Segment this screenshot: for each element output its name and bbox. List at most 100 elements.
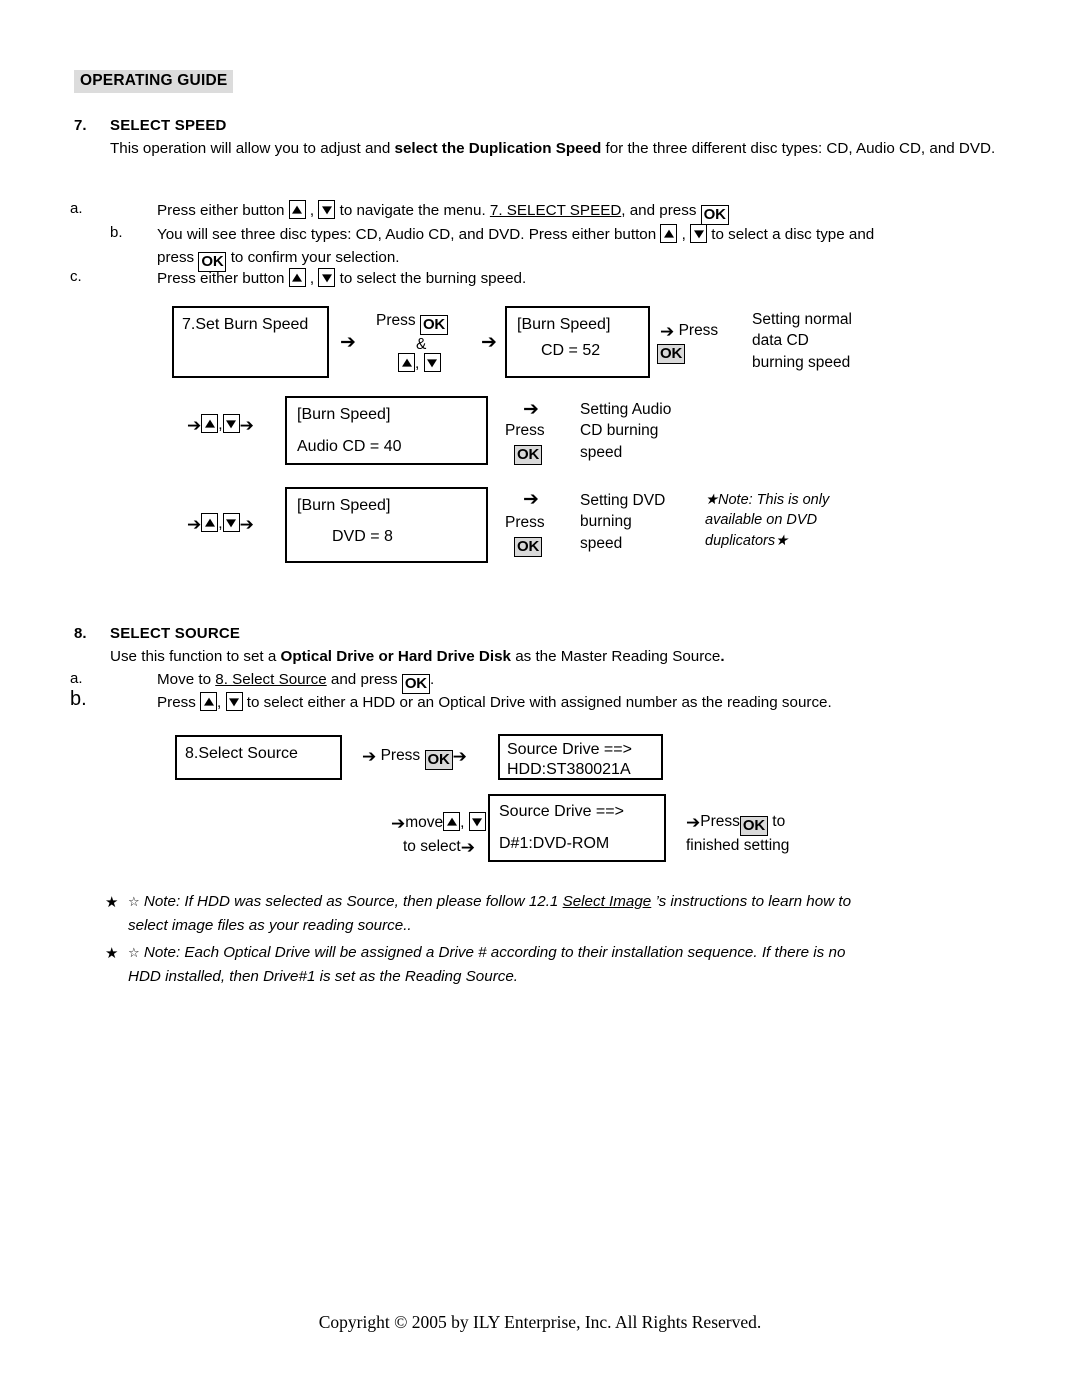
note-1: ☆ Note: If HDD was selected as Source, t… <box>128 891 1018 914</box>
section-8-number: 8. <box>74 625 87 642</box>
step-7a-part3: to navigate the menu. <box>335 202 490 219</box>
lcd-line-1: 7.Set Burn Speed <box>182 316 309 333</box>
step-7c-part1: Press either button <box>157 270 289 287</box>
section-8-title: SELECT SOURCE <box>110 625 241 642</box>
ok-key-icon[interactable]: OK <box>739 816 768 836</box>
press-label: Press <box>505 422 545 439</box>
up-arrow-key-icon[interactable] <box>288 200 306 219</box>
flow-arrow-icon: ➔ <box>187 416 202 436</box>
arrow-keys-group-1: , <box>398 353 441 374</box>
step-7a-part2: , <box>305 202 319 219</box>
section-8-intro-bold: Optical Drive or Hard Drive Disk <box>280 648 511 665</box>
ok-key-icon[interactable]: OK <box>514 537 543 557</box>
up-arrow-key-icon[interactable] <box>398 353 415 372</box>
down-arrow-key-icon[interactable] <box>423 353 441 372</box>
dvd-availability-note: ★Note: This is only available on DVD dup… <box>705 492 830 549</box>
ok-key-icon[interactable]: OK <box>657 344 686 364</box>
result-text-dvd: Setting DVD burning speed <box>580 492 666 552</box>
press-label: Press <box>505 514 545 531</box>
step-7a-part1: Press either button <box>157 202 289 219</box>
section-7-title: SELECT SPEED <box>110 117 227 134</box>
ok-key-icon[interactable]: OK <box>514 445 543 465</box>
step-8b-marker: b. <box>70 688 87 710</box>
ok-key-icon[interactable]: OK <box>401 674 430 694</box>
press-ok-group-3: ➔ Press OK ➔ <box>362 745 467 770</box>
note-1-line2: select image files as your reading sourc… <box>128 917 412 934</box>
step-7c-part2: , <box>305 270 319 287</box>
note-1-ref: Select Image <box>562 893 652 910</box>
down-arrow-key-icon[interactable] <box>222 513 240 532</box>
ok-key-icon[interactable]: OK <box>419 315 449 335</box>
up-arrow-key-icon[interactable] <box>201 414 219 433</box>
step-7b-part4: press <box>157 249 199 266</box>
step-7a-menu-ref: 7. SELECT SPEED <box>489 202 622 219</box>
down-arrow-key-icon[interactable] <box>468 812 486 831</box>
ok-key-icon[interactable]: OK <box>700 205 729 225</box>
lcd-source-drive-hdd: Source Drive ==> HDD:ST380021A <box>498 734 663 780</box>
step-7c-part3: to select the burning speed. <box>335 270 527 287</box>
up-arrow-key-icon[interactable] <box>443 812 461 831</box>
note-2-part1: Note: Each Optical Drive will be assigne… <box>139 944 846 961</box>
section-7-intro: This operation will allow you to adjust … <box>110 139 1005 159</box>
arrow-keys-group-2: ➔, ➔ <box>187 414 254 435</box>
step-8a-menu-ref: 8. Select Source <box>215 671 327 688</box>
press-ok-group-4: ➔Press OK to <box>686 811 785 836</box>
lcd-line-1: [Burn Speed] <box>297 406 391 423</box>
note-2: ☆ Note: Each Optical Drive will be assig… <box>128 942 1023 965</box>
section-7-number: 7. <box>74 117 87 134</box>
step-7b-part3: to select a disc type and <box>707 226 875 243</box>
up-arrow-key-icon[interactable] <box>660 224 678 243</box>
flow-arrow-icon: ➔ <box>362 747 377 767</box>
lcd-line-2: D#1:DVD-ROM <box>499 835 610 852</box>
flow-arrow-icon: ➔ <box>239 416 254 436</box>
lcd-line-2: CD = 52 <box>541 342 601 359</box>
section-8-intro-part2: as the Master Reading Source <box>510 648 721 665</box>
step-7b-text: You will see three disc types: CD, Audio… <box>157 224 1027 245</box>
note-star-open-icon: ☆ <box>128 895 140 910</box>
flow-arrow-icon: ➔ <box>239 515 254 535</box>
press-label: Press <box>678 322 719 339</box>
up-arrow-key-icon[interactable] <box>288 268 306 287</box>
down-arrow-key-icon[interactable] <box>690 224 708 243</box>
section-8-intro: Use this function to set a Optical Drive… <box>110 647 1005 667</box>
ok-key-icon[interactable]: OK <box>424 750 453 770</box>
step-8b-part2: , <box>217 694 226 711</box>
step-8a-part1: Move to <box>157 671 216 688</box>
copyright-footer: Copyright © 2005 by ILY Enterprise, Inc.… <box>318 1312 762 1332</box>
lcd-set-burn-speed: 7.Set Burn Speed <box>172 306 329 378</box>
result-text-cd: Setting normal data CD burning speed <box>752 311 852 371</box>
step-7a-part4: , and press <box>621 202 701 219</box>
ok-key-wrap-4: OK <box>514 532 543 557</box>
step-8b-text: Press , to select either a HDD or an Opt… <box>157 692 1037 713</box>
step-7c-text: Press either button , to select the burn… <box>157 268 1027 289</box>
up-arrow-key-icon[interactable] <box>200 692 218 711</box>
to-select-label: to select <box>403 838 461 855</box>
up-arrow-key-icon[interactable] <box>201 513 219 532</box>
lcd-burn-speed-cd: [Burn Speed] CD = 52 <box>505 306 650 378</box>
flow-arrow-icon: ➔ <box>187 515 202 535</box>
flow-arrow-icon: ➔ <box>481 331 497 353</box>
lcd-line-1: Source Drive ==> <box>507 741 632 758</box>
down-arrow-key-icon[interactable] <box>222 414 240 433</box>
lcd-line-1: [Burn Speed] <box>517 316 611 333</box>
section-7-intro-part1: This operation will allow you to adjust … <box>110 140 395 157</box>
lcd-burn-speed-audio-cd: [Burn Speed] Audio CD = 40 <box>285 396 488 465</box>
lcd-line-1: 8.Select Source <box>185 745 298 762</box>
step-8a-part3: . <box>429 671 435 688</box>
down-arrow-key-icon[interactable] <box>318 200 336 219</box>
lcd-select-source: 8.Select Source <box>175 735 342 780</box>
down-arrow-key-icon[interactable] <box>318 268 336 287</box>
lcd-line-2: Audio CD = 40 <box>297 438 402 455</box>
down-arrow-key-icon[interactable] <box>225 692 243 711</box>
note-1-part2: ’s instructions to learn how to <box>651 893 852 910</box>
comma-sep: , <box>415 355 420 372</box>
note-1-part1: Note: If HDD was selected as Source, the… <box>139 893 563 910</box>
flow-arrow-icon: ➔ <box>686 813 701 833</box>
flow-arrow-icon: ➔ <box>391 814 406 834</box>
step-8a-text: Move to 8. Select Source and press OK. <box>157 670 1027 694</box>
step-7a-text: Press either button , to navigate the me… <box>157 200 1027 225</box>
step-8a-part2: and press <box>326 671 402 688</box>
section-7-intro-bold: select the Duplication Speed <box>394 140 602 157</box>
result-text-audio-cd: Setting Audio CD burning speed <box>580 401 672 461</box>
lcd-line-1: [Burn Speed] <box>297 497 391 514</box>
